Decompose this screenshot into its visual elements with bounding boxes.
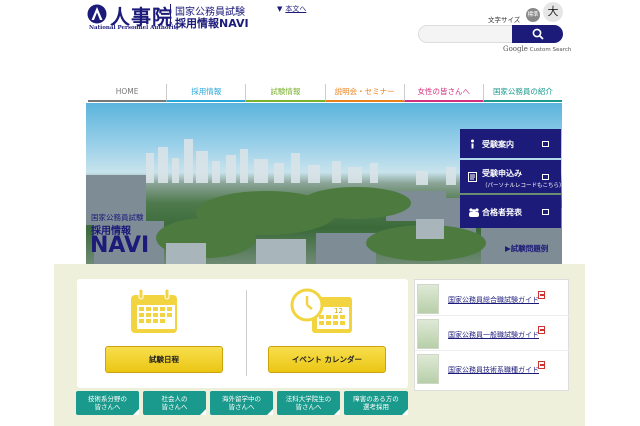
pdf-icon [538, 361, 545, 369]
nav-item-3[interactable]: 説明会・セミナー [324, 84, 404, 102]
info-icon [471, 139, 474, 148]
external-window-icon [542, 140, 549, 147]
triangle-down-icon: ▼ [277, 5, 283, 13]
exam-application-button[interactable]: 受験申込み （パーソナルレコードもこちら） [460, 160, 565, 193]
results-announcement-label: 合格者発表 [482, 208, 522, 217]
guide-thumbnail [417, 319, 439, 349]
search-icon [532, 28, 544, 40]
google-brand: Google [503, 45, 528, 53]
calendar-day-number: 12 [334, 307, 343, 315]
exam-schedule-button[interactable]: 試験日程 [105, 346, 223, 373]
pdf-icon [538, 326, 545, 334]
clock-calendar-icon[interactable]: 12 [290, 287, 360, 335]
external-window-icon [542, 173, 549, 180]
teal-button-line2: 皆さんへ [161, 403, 188, 411]
teal-button-line2: 皆さんへ [94, 403, 121, 411]
guide-thumbnail [417, 354, 439, 384]
teal-button-line2: 皆さんへ [228, 403, 255, 411]
external-window-icon [542, 208, 549, 215]
font-size-large-button[interactable]: 大 [543, 2, 563, 22]
logo-mark-icon [87, 4, 107, 24]
exam-guide-label: 受験案内 [482, 140, 514, 149]
calendar-icon[interactable] [127, 287, 183, 335]
custom-search-credit: Google Custom Search [503, 45, 571, 53]
personal-record-note: （パーソナルレコードもこちら） [482, 183, 565, 189]
nav-item-1[interactable]: 採用情報 [166, 84, 246, 102]
teal-button-line1: 障害のある方の [353, 395, 399, 403]
corner-tag-icon [200, 409, 206, 415]
guide-thumbnail [417, 284, 439, 314]
guide-item[interactable]: 国家公務員一般職試験ガイド [415, 317, 570, 351]
event-calendar-button[interactable]: イベント カレンダー [268, 346, 386, 373]
sample-questions-link[interactable]: ▶試験問題例 [505, 243, 548, 254]
crowd-icon [469, 207, 479, 217]
results-announcement-button[interactable]: 合格者発表 [460, 195, 561, 228]
nav-item-4[interactable]: 女性の皆さんへ [403, 84, 483, 102]
logo-title[interactable]: 採用情報NAVI [175, 15, 249, 31]
nav-item-2[interactable]: 試験情報 [245, 84, 325, 102]
form-icon [468, 171, 477, 182]
logo-english: National Personnel Authority [89, 25, 180, 31]
corner-tag-icon [334, 409, 340, 415]
teal-button-line2: 皆さんへ [295, 403, 322, 411]
corner-tag-icon [133, 409, 139, 415]
exam-application-label: 受験申込み [482, 169, 522, 178]
exam-guides-list: 国家公務員総合職試験ガイド 国家公務員一般職試験ガイド 国家公務員技術系職種ガイ… [414, 279, 570, 391]
working-adults-button[interactable]: 社会人の 皆さんへ [143, 391, 206, 415]
disability-hiring-button[interactable]: 障害のある方の 選考採用 [344, 391, 408, 415]
teal-button-line1: 社会人の [161, 395, 188, 403]
pdf-icon [538, 291, 545, 299]
teal-button-line1: 海外留学中の [222, 395, 261, 403]
skip-to-content-link[interactable]: ▼ 本文へ [277, 4, 306, 14]
law-school-button[interactable]: 法科大学院生の 皆さんへ [277, 391, 340, 415]
main-navigation: HOME 採用情報 試験情報 説明会・セミナー 女性の皆さんへ 国家公務員の紹介 [88, 84, 563, 102]
corner-tag-icon [267, 409, 273, 415]
studying-abroad-button[interactable]: 海外留学中の 皆さんへ [210, 391, 273, 415]
exam-guide-button[interactable]: 受験案内 [460, 129, 561, 158]
technical-field-button[interactable]: 技術系分野の 皆さんへ [76, 391, 139, 415]
corner-tag-icon [402, 409, 408, 415]
search-button[interactable] [512, 25, 563, 43]
teal-button-line2: 選考採用 [363, 403, 389, 411]
guide-item[interactable]: 国家公務員技術系職種ガイド [415, 352, 570, 386]
hero-navi-text: NAVI [90, 233, 150, 258]
font-size-standard-button[interactable]: 標準 [526, 8, 540, 22]
custom-search-label: Custom Search [529, 47, 572, 53]
search-input[interactable] [418, 25, 513, 43]
panel-divider [246, 290, 247, 376]
site-header: 人事院 National Personnel Authority 国家公務員試験… [0, 0, 640, 84]
nav-item-5[interactable]: 国家公務員の紹介 [482, 84, 563, 102]
guide-item[interactable]: 国家公務員総合職試験ガイド [415, 282, 570, 316]
font-size-label: 文字サイズ [488, 16, 521, 24]
teal-button-line1: 法科大学院生の [285, 395, 332, 403]
nav-item-0[interactable]: HOME [88, 84, 167, 102]
sample-questions-label: 試験問題例 [510, 244, 549, 253]
teal-button-line1: 技術系分野の [88, 395, 127, 403]
logo-divider [170, 4, 171, 26]
skip-link-label: 本文へ [285, 5, 307, 13]
